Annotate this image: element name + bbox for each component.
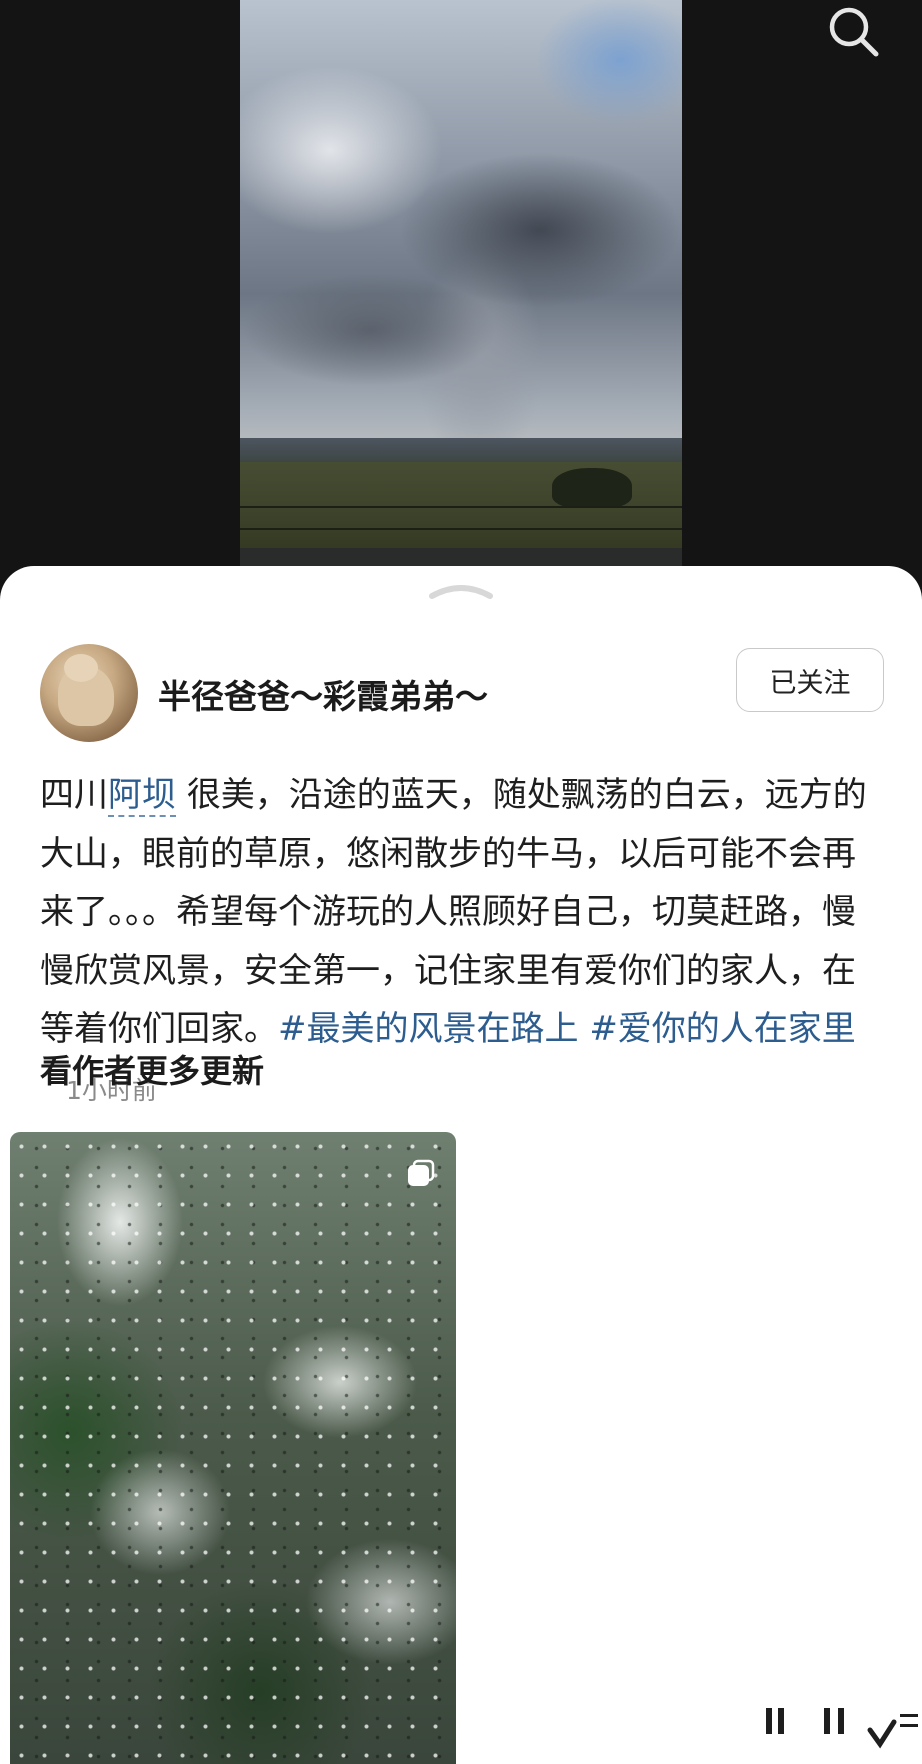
author-name[interactable]: 半径爸爸～彩霞弟弟～ — [158, 670, 488, 718]
more-updates-title: 看作者更多更新 — [40, 1052, 265, 1090]
fence-line — [240, 528, 682, 530]
search-button[interactable] — [822, 0, 884, 62]
more-updates-thumbnail[interactable] — [10, 1132, 456, 1764]
avatar-cat-head — [64, 654, 98, 682]
multi-image-icon — [408, 1159, 435, 1186]
chevron-up-icon — [429, 585, 493, 599]
system-nav-icons — [766, 1708, 918, 1749]
author-row: 半径爸爸～彩霞弟弟～ 已关注 — [40, 644, 884, 744]
post-detail-sheet: 半径爸爸～彩霞弟弟～ 已关注 四川阿坝 很美，沿途的蓝天，随处飘荡的白云，远方的… — [0, 566, 922, 1764]
media-viewer[interactable] — [0, 0, 922, 600]
hashtag-link[interactable]: #最美的风景在路上 — [278, 1009, 579, 1049]
tree — [552, 468, 632, 508]
location-link[interactable]: 阿坝 — [108, 775, 176, 817]
collapse-handle[interactable] — [426, 578, 496, 602]
rain-drops-texture — [10, 1132, 456, 1764]
avatar[interactable] — [40, 644, 138, 742]
hashtag-link[interactable]: #爱你的人在家里 — [589, 1009, 856, 1049]
post-text-segment: 四川 — [40, 775, 108, 815]
fence-line — [240, 506, 682, 508]
road — [240, 548, 682, 566]
post-video-frame[interactable] — [240, 0, 682, 566]
search-icon — [829, 7, 879, 57]
follow-button[interactable]: 已关注 — [736, 648, 884, 712]
